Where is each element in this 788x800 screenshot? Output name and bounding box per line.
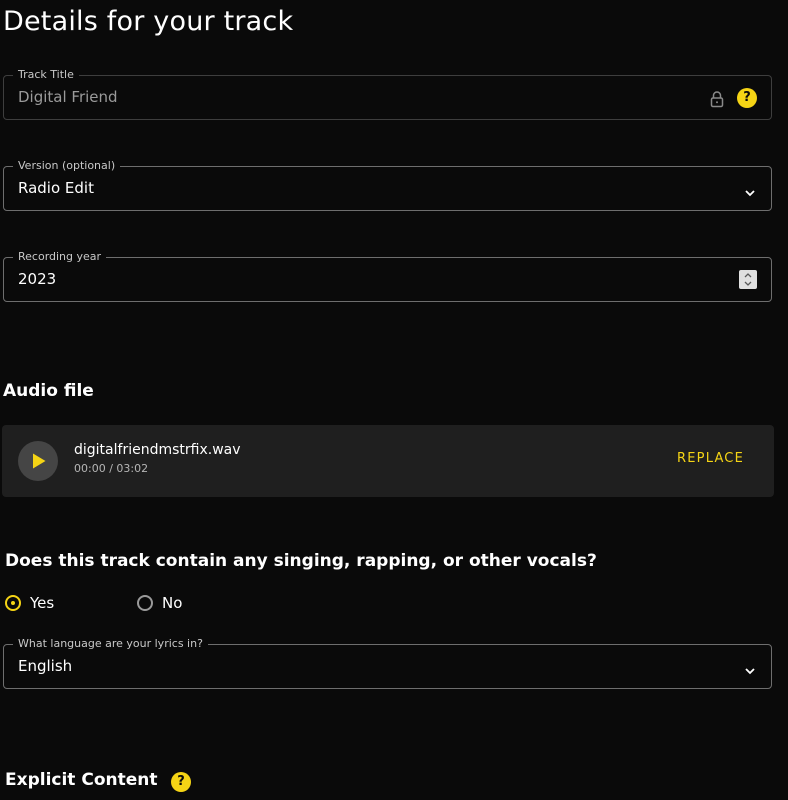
- vocals-question: Does this track contain any singing, rap…: [5, 551, 597, 571]
- lyrics-language-select[interactable]: What language are your lyrics in? Englis…: [3, 637, 772, 689]
- lyrics-language-label: What language are your lyrics in?: [13, 637, 208, 651]
- recording-year-label: Recording year: [13, 250, 107, 264]
- help-icon[interactable]: ?: [171, 772, 191, 792]
- help-icon[interactable]: ?: [737, 88, 757, 108]
- vocals-yes-radio[interactable]: Yes: [5, 592, 54, 614]
- recording-year-value: 2023: [18, 270, 57, 288]
- track-title-field: Track Title Digital Friend ?: [3, 68, 772, 120]
- lyrics-language-value: English: [18, 657, 73, 675]
- audio-file-heading: Audio file: [3, 381, 94, 401]
- version-select[interactable]: Version (optional) Radio Edit: [3, 159, 772, 211]
- explicit-content-heading: Explicit Content: [5, 770, 158, 790]
- audio-filename: digitalfriendmstrfix.wav: [74, 442, 241, 458]
- page-title: Details for your track: [3, 6, 294, 37]
- recording-year-input[interactable]: Recording year 2023: [3, 250, 772, 302]
- version-value: Radio Edit: [18, 179, 94, 197]
- vocals-no-radio[interactable]: No: [137, 592, 182, 614]
- radio-unchecked-icon: [137, 595, 153, 611]
- play-icon: [33, 453, 46, 469]
- chevron-down-icon[interactable]: [743, 661, 757, 675]
- year-stepper[interactable]: [739, 270, 757, 289]
- version-label: Version (optional): [13, 159, 121, 173]
- replace-button[interactable]: REPLACE: [677, 450, 744, 468]
- track-title-label: Track Title: [13, 68, 79, 82]
- lock-icon: [709, 90, 725, 108]
- radio-label-no: No: [162, 594, 183, 612]
- audio-time: 00:00 / 03:02: [74, 462, 149, 475]
- radio-checked-icon: [5, 595, 21, 611]
- track-details-page: Details for your track Track Title Digit…: [0, 0, 788, 800]
- radio-label-yes: Yes: [30, 594, 55, 612]
- chevron-down-icon[interactable]: [743, 183, 757, 197]
- track-title-value: Digital Friend: [18, 88, 118, 106]
- play-button[interactable]: [18, 441, 58, 481]
- audio-file-card: digitalfriendmstrfix.wav 00:00 / 03:02 R…: [2, 425, 774, 497]
